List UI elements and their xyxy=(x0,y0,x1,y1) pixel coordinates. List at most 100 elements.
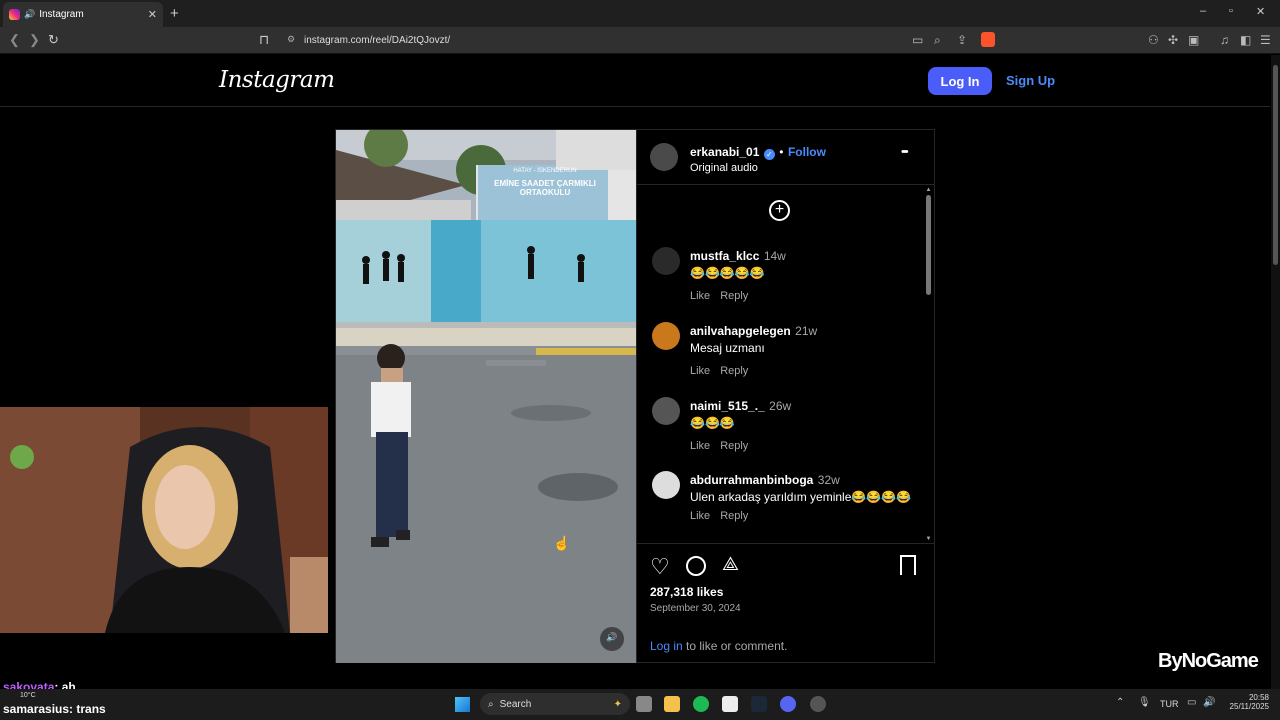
browser-tab[interactable]: 🔊 Instagram ✕ xyxy=(3,2,163,27)
steam-icon[interactable] xyxy=(751,696,767,712)
zoom-icon[interactable]: ⌕ xyxy=(934,33,941,48)
comment-username[interactable]: abdurrahmanbinboga xyxy=(690,473,813,487)
minimize-button[interactable]: – xyxy=(1200,5,1206,17)
scroll-up-icon[interactable]: ▲ xyxy=(924,187,933,193)
speaker-icon[interactable]: 🔊 xyxy=(24,9,35,20)
comment-like-button[interactable]: Like xyxy=(690,440,710,452)
author-username[interactable]: erkanabi_01 xyxy=(690,145,759,159)
sidebar-icon[interactable]: ◧ xyxy=(1240,33,1251,47)
comment-avatar[interactable] xyxy=(652,322,680,350)
app-icon[interactable] xyxy=(810,696,826,712)
language-indicator[interactable]: TUR xyxy=(1160,699,1179,709)
close-window-button[interactable]: ✕ xyxy=(1256,5,1265,18)
follow-button[interactable]: Follow xyxy=(788,145,826,159)
sign-line-2: EMİNE SAADET ÇARMIKLI xyxy=(494,179,596,188)
original-audio[interactable]: Original audio xyxy=(690,162,826,174)
more-options-icon[interactable]: ••• xyxy=(901,146,908,158)
scroll-thumb[interactable] xyxy=(926,195,931,295)
instagram-logo[interactable]: Instagram xyxy=(219,67,335,93)
bynogame-watermark: ByNoGame xyxy=(1158,650,1259,672)
weather-widget[interactable]: 10°C xyxy=(20,692,36,699)
file-explorer-icon[interactable] xyxy=(664,696,680,712)
discord-icon[interactable] xyxy=(780,696,796,712)
url-field[interactable]: ⚙ instagram.com/reel/DAi2tQJovzt/ xyxy=(282,31,1000,50)
signup-link[interactable]: Sign Up xyxy=(1006,73,1055,88)
comment-like-button[interactable]: Like xyxy=(690,510,710,522)
clock[interactable]: 20:58 25/11/2025 xyxy=(1225,693,1269,711)
post-actions: ♡ ⟁ 287,318 likes September 30, 2024 Log… xyxy=(637,543,934,663)
likes-count[interactable]: 287,318 likes xyxy=(650,585,723,599)
site-info-icon[interactable]: ⚙ xyxy=(287,34,295,45)
forward-icon[interactable]: ❯ xyxy=(29,32,40,48)
comment-text: 😂😂😂 xyxy=(690,416,735,430)
extensions-icon[interactable]: ✣ xyxy=(1168,33,1178,47)
comment-username[interactable]: anilvahapgelegen xyxy=(690,324,791,338)
media-icon[interactable]: ♫ xyxy=(1220,33,1229,47)
comment-avatar[interactable] xyxy=(652,247,680,275)
copilot-sparkle-icon: ✦ xyxy=(613,698,622,710)
back-icon[interactable]: ❮ xyxy=(9,32,20,48)
comments-scrollbar[interactable]: ▲ ▼ xyxy=(924,187,933,542)
spotify-icon[interactable] xyxy=(693,696,709,712)
post-date: September 30, 2024 xyxy=(650,603,741,614)
brave-shield-icon[interactable] xyxy=(981,32,995,47)
post-header: erkanabi_01 ✓ • Follow Original audio ••… xyxy=(637,130,934,185)
comment-text: Mesaj uzmanı xyxy=(690,341,765,355)
load-more-comments-icon[interactable]: + xyxy=(769,200,790,221)
new-tab-button[interactable]: + xyxy=(170,5,179,22)
sign-line-1: HATAY - İSKENDERUN xyxy=(513,168,577,174)
comment-reply-button[interactable]: Reply xyxy=(720,290,748,302)
comment-time[interactable]: 26w xyxy=(769,399,791,413)
comment-reply-button[interactable]: Reply xyxy=(720,510,748,522)
close-tab-icon[interactable]: ✕ xyxy=(148,8,157,21)
comment-username[interactable]: mustfa_klcc xyxy=(690,249,759,263)
comment-time[interactable]: 14w xyxy=(764,249,786,263)
scroll-down-icon[interactable]: ▼ xyxy=(924,536,933,542)
share-icon[interactable]: ⇪ xyxy=(957,33,967,47)
comment-bubble-icon[interactable] xyxy=(686,556,706,576)
comment-like-button[interactable]: Like xyxy=(690,365,710,377)
wallet-icon[interactable]: ▣ xyxy=(1188,33,1199,47)
save-bookmark-icon[interactable] xyxy=(900,555,916,575)
microphone-icon[interactable]: 🎙 xyxy=(1138,697,1151,708)
webcam-frame xyxy=(0,407,328,633)
vpn-icon[interactable]: ⚇ xyxy=(1148,33,1159,47)
comment-time[interactable]: 32w xyxy=(818,473,840,487)
volume-icon[interactable]: 🔊 xyxy=(606,632,617,643)
cast-icon[interactable]: ▭ xyxy=(912,33,923,47)
tray-chevron-icon[interactable]: ⌃ xyxy=(1116,697,1124,708)
comment-text: 😂😂😂😂😂 xyxy=(690,266,765,280)
task-view-icon[interactable] xyxy=(636,696,652,712)
verified-icon: ✓ xyxy=(763,149,775,160)
login-prompt-link[interactable]: Log in xyxy=(650,639,683,653)
comment-reply-button[interactable]: Reply xyxy=(720,440,748,452)
login-prompt-text: to like or comment. xyxy=(682,639,788,653)
taskbar-search[interactable]: ⌕ Search ✦ xyxy=(480,693,630,715)
url-text: instagram.com/reel/DAi2tQJovzt/ xyxy=(304,35,451,46)
school-sign: HATAY - İSKENDERUN EMİNE SAADET ÇARMIKLI… xyxy=(481,168,609,197)
video-frame xyxy=(336,130,636,663)
chat-message: samarasius: trans xyxy=(3,702,106,716)
comment-time[interactable]: 21w xyxy=(795,324,817,338)
comment-avatar[interactable] xyxy=(652,471,680,499)
menu-icon[interactable]: ☰ xyxy=(1260,33,1271,47)
author-avatar[interactable] xyxy=(650,143,678,171)
reload-icon[interactable]: ↻ xyxy=(48,32,59,48)
comment-like-button[interactable]: Like xyxy=(690,290,710,302)
comment-username[interactable]: naimi_515_._ xyxy=(690,399,765,413)
network-icon[interactable]: ▭ xyxy=(1187,697,1196,708)
reel-video[interactable]: HATAY - İSKENDERUN EMİNE SAADET ÇARMIKLI… xyxy=(336,130,636,663)
start-windows-icon[interactable] xyxy=(455,697,470,712)
share-send-icon[interactable]: ⟁ xyxy=(722,554,739,576)
like-heart-icon[interactable]: ♡ xyxy=(650,554,670,580)
comment-avatar[interactable] xyxy=(652,397,680,425)
login-button[interactable]: Log In xyxy=(928,67,992,95)
browser-tab-bar: 🔊 Instagram ✕ + – ▫ ✕ xyxy=(0,0,1280,27)
page-scrollbar[interactable] xyxy=(1271,55,1280,689)
comment-reply-button[interactable]: Reply xyxy=(720,365,748,377)
bookmark-icon[interactable]: ⊓ xyxy=(259,32,269,48)
maximize-button[interactable]: ▫ xyxy=(1229,5,1233,17)
mouse-cursor-icon: ☝ xyxy=(553,535,571,551)
notepad-icon[interactable] xyxy=(722,696,738,712)
volume-tray-icon[interactable]: 🔊 xyxy=(1203,697,1215,708)
